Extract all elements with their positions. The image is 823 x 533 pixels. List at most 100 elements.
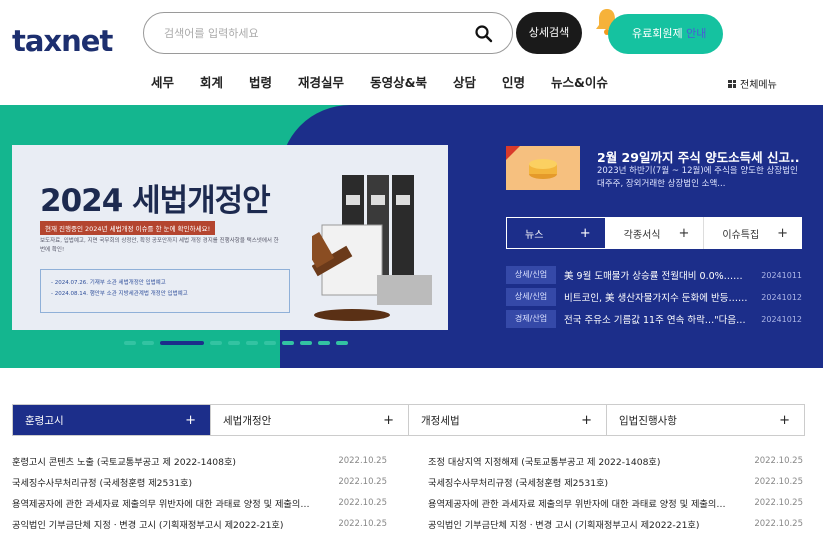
tab-special[interactable]: 이슈특집 + bbox=[704, 217, 803, 249]
news-item[interactable]: 경제/산업 전국 주유소 기름값 11주 연속 하락…"다음주 상승 전환" 2… bbox=[506, 308, 802, 330]
gavel-binder-illustration bbox=[312, 175, 432, 321]
list-item[interactable]: 용역제공자에 관한 과세자료 제출의무 위반자에 대한 과태료 양정 및 제출의… bbox=[428, 492, 803, 513]
carousel-dot[interactable] bbox=[210, 341, 222, 345]
paid-membership-button[interactable]: 유료회원제 안내 bbox=[608, 14, 723, 54]
tab-revised-tax-law[interactable]: 개정세법 + bbox=[409, 405, 607, 435]
feature-title[interactable]: 2월 29일까지 주식 양도소득세 신고.. bbox=[597, 147, 800, 166]
hero-banner[interactable]: 2024 세법개정안 현재 진행중인 2024년 세법개정 이슈를 한 눈에 확… bbox=[12, 145, 448, 330]
nav-item-consulting[interactable]: 상담 bbox=[440, 72, 489, 91]
carousel-dot-active[interactable] bbox=[160, 341, 204, 345]
feature-desc: 2023년 하반기(7월 ~ 12월)에 주식을 양도한 상장법인 대주주, 장… bbox=[597, 166, 798, 189]
nav-item-video-book[interactable]: 동영상&북 bbox=[357, 72, 440, 91]
list-item-date: 2022.10.25 bbox=[754, 476, 803, 487]
search-icon[interactable] bbox=[474, 24, 494, 44]
hero-section: 2024 세법개정안 현재 진행중인 2024년 세법개정 이슈를 한 눈에 확… bbox=[0, 105, 823, 368]
tab-label: 뉴스 bbox=[525, 229, 544, 241]
list-item[interactable]: 용역제공자에 관한 과세자료 제출의무 위반자에 대한 과태료 양정 및 제출의… bbox=[12, 492, 387, 513]
tab-tax-reform-proposal[interactable]: 세법개정안 + bbox=[211, 405, 409, 435]
list-item-title[interactable]: 공익법인 기부금단체 지정ㆍ변경 고시 (기획재정부고시 제2022-21호) bbox=[428, 517, 728, 531]
banner-item: - 2024.08.14. 행안부 소관 지방세관계법 개정안 입법예고 bbox=[51, 291, 188, 297]
news-item[interactable]: 상세/신업 비트코인, 美 생산자물가지수 둔화에 반등…6만3천달러 회복 2… bbox=[506, 286, 802, 308]
carousel-dot[interactable] bbox=[246, 341, 258, 345]
tab-label: 세법개정안 bbox=[223, 414, 272, 427]
board-list-right: 조정 대상지역 지정해제 (국토교통부공고 제 2022-1408호) 2022.… bbox=[428, 450, 803, 533]
taxnet-logo[interactable]: taxnet bbox=[12, 24, 113, 58]
news-category: 경제/산업 bbox=[506, 310, 556, 328]
banner-title: 2024 세법개정안 bbox=[40, 183, 271, 219]
main-nav: 세무 회계 법령 재경실무 동영상&북 상담 인명 뉴스&이슈 bbox=[138, 72, 621, 91]
plus-icon[interactable]: + bbox=[185, 413, 196, 428]
list-item-date: 2022.10.25 bbox=[338, 476, 387, 487]
grid-icon bbox=[728, 79, 736, 88]
nav-item-law[interactable]: 법령 bbox=[236, 72, 285, 91]
list-item-title[interactable]: 훈령고시 콘텐츠 노출 (국토교통부공고 제 2022-1408호) bbox=[12, 454, 312, 468]
list-item[interactable]: 공익법인 기부금단체 지정ㆍ변경 고시 (기획재정부고시 제2022-21호) 2… bbox=[12, 513, 387, 533]
list-item-date: 2022.10.25 bbox=[754, 497, 803, 508]
search-input[interactable] bbox=[164, 23, 464, 43]
list-item-title[interactable]: 용역제공자에 관한 과세자료 제출의무 위반자에 대한 과태료 양정 및 제출의… bbox=[428, 496, 728, 510]
carousel-dot[interactable] bbox=[300, 341, 312, 345]
list-item[interactable]: 국세징수사무처리규정 (국세청훈령 제2531호) 2022.10.25 bbox=[428, 471, 803, 492]
advanced-search-button[interactable]: 상세검색 bbox=[516, 12, 582, 54]
carousel-dot[interactable] bbox=[336, 341, 348, 345]
tab-forms[interactable]: 각종서식 + bbox=[605, 217, 705, 249]
tab-label: 입법진행사항 bbox=[619, 414, 677, 427]
board-tabs: 훈령고시 + 세법개정안 + 개정세법 + 입법진행사항 + bbox=[12, 404, 805, 436]
nav-item-people[interactable]: 인명 bbox=[489, 72, 538, 91]
news-title[interactable]: 전국 주유소 기름값 11주 연속 하락…"다음주 상승 전환" bbox=[564, 312, 751, 326]
nav-item-accounting[interactable]: 회계 bbox=[187, 72, 236, 91]
carousel-dot[interactable] bbox=[318, 341, 330, 345]
tab-directives[interactable]: 훈령고시 + bbox=[13, 405, 211, 435]
plus-icon[interactable]: + bbox=[777, 226, 788, 241]
carousel-dot[interactable] bbox=[264, 341, 276, 345]
banner-desc: 보도자료, 입법예고, 지면 국무회의 상정안, 확정 공포안까지 세법 개정 … bbox=[40, 238, 279, 253]
news-date: 20241012 bbox=[761, 314, 802, 324]
news-item[interactable]: 상세/신업 美 9월 도매물가 상승률 전월대비 0.0%…시장예상 하회 20… bbox=[506, 264, 802, 286]
list-item-title[interactable]: 국세징수사무처리규정 (국세청훈령 제2531호) bbox=[428, 475, 728, 489]
tab-label: 각종서식 bbox=[623, 229, 661, 241]
coins-thumbnail[interactable] bbox=[506, 146, 580, 190]
list-item-date: 2022.10.25 bbox=[754, 518, 803, 529]
list-item-title[interactable]: 용역제공자에 관한 과세자료 제출의무 위반자에 대한 과태료 양정 및 제출의… bbox=[12, 496, 312, 510]
news-category: 상세/신업 bbox=[506, 266, 556, 284]
list-item-title[interactable]: 공익법인 기부금단체 지정ㆍ변경 고시 (기획재정부고시 제2022-21호) bbox=[12, 517, 312, 531]
news-title[interactable]: 비트코인, 美 생산자물가지수 둔화에 반등…6만3천달러 회복 bbox=[564, 290, 751, 304]
plus-icon[interactable]: + bbox=[581, 413, 592, 428]
list-item-date: 2022.10.25 bbox=[754, 455, 803, 466]
list-item-title[interactable]: 국세징수사무처리규정 (국세청훈령 제2531호) bbox=[12, 475, 312, 489]
list-item[interactable]: 조정 대상지역 지정해제 (국토교통부공고 제 2022-1408호) 2022.… bbox=[428, 450, 803, 471]
list-item[interactable]: 훈령고시 콘텐츠 노출 (국토교통부공고 제 2022-1408호) 2022.1… bbox=[12, 450, 387, 471]
news-date: 20241012 bbox=[761, 292, 802, 302]
banner-tag: 현재 진행중인 2024년 세법개정 이슈를 한 눈에 확인하세요! bbox=[40, 221, 216, 235]
banner-item: - 2024.07.26. 기재부 소관 세법개정안 입법예고 bbox=[51, 280, 166, 286]
carousel-dot[interactable] bbox=[282, 341, 294, 345]
plus-icon[interactable]: + bbox=[779, 413, 790, 428]
tab-news[interactable]: 뉴스 + bbox=[506, 217, 606, 249]
pause-icon[interactable] bbox=[443, 337, 451, 347]
news-list: 상세/신업 美 9월 도매물가 상승률 전월대비 0.0%…시장예상 하회 20… bbox=[506, 264, 802, 330]
news-tabs: 뉴스 + 각종서식 + 이슈특집 + bbox=[506, 217, 803, 249]
carousel-dot[interactable] bbox=[228, 341, 240, 345]
list-item-date: 2022.10.25 bbox=[338, 518, 387, 529]
nav-item-news[interactable]: 뉴스&이슈 bbox=[538, 72, 621, 91]
carousel-dot[interactable] bbox=[124, 341, 136, 345]
plus-icon[interactable]: + bbox=[580, 226, 591, 241]
nav-item-finance[interactable]: 재경실무 bbox=[285, 72, 357, 91]
list-item[interactable]: 국세징수사무처리규정 (국세청훈령 제2531호) 2022.10.25 bbox=[12, 471, 387, 492]
paid-membership-highlight: 안내 bbox=[686, 27, 707, 40]
list-item-date: 2022.10.25 bbox=[338, 497, 387, 508]
tab-label: 훈령고시 bbox=[25, 414, 64, 427]
list-item-title[interactable]: 조정 대상지역 지정해제 (국토교통부공고 제 2022-1408호) bbox=[428, 454, 728, 468]
nav-item-tax[interactable]: 세무 bbox=[138, 72, 187, 91]
tab-legislation-progress[interactable]: 입법진행사항 + bbox=[607, 405, 804, 435]
carousel-dots bbox=[124, 341, 348, 345]
all-menu-button[interactable]: 전체메뉴 bbox=[728, 76, 777, 91]
plus-icon[interactable]: + bbox=[383, 413, 394, 428]
tab-label: 개정세법 bbox=[421, 414, 460, 427]
plus-icon[interactable]: + bbox=[678, 226, 689, 241]
board-list-left: 훈령고시 콘텐츠 노출 (국토교통부공고 제 2022-1408호) 2022.1… bbox=[12, 450, 387, 533]
news-title[interactable]: 美 9월 도매물가 상승률 전월대비 0.0%…시장예상 하회 bbox=[564, 268, 751, 282]
list-item[interactable]: 공익법인 기부금단체 지정ㆍ변경 고시 (기획재정부고시 제2022-21호) 2… bbox=[428, 513, 803, 533]
list-item-date: 2022.10.25 bbox=[338, 455, 387, 466]
carousel-dot[interactable] bbox=[142, 341, 154, 345]
